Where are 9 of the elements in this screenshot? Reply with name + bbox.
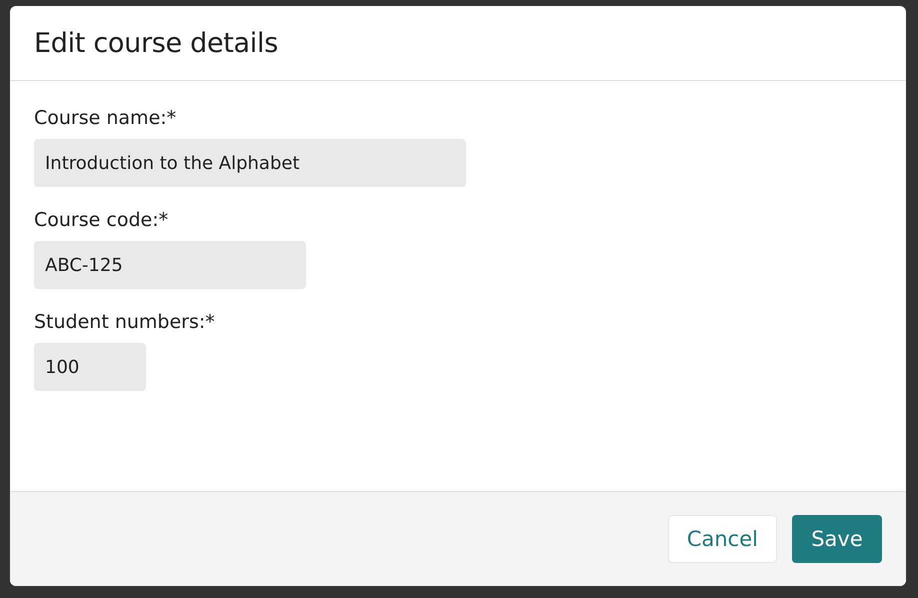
field-label: Student numbers:*: [34, 311, 215, 333]
save-button[interactable]: Save: [792, 515, 882, 563]
dialog-title: Edit course details: [34, 28, 278, 58]
field-label: Course name:*: [34, 107, 176, 129]
input-field[interactable]: Introduction to the Alphabet: [34, 139, 466, 187]
input-field[interactable]: ABC-125: [34, 241, 306, 289]
field-label: Course code:*: [34, 209, 168, 231]
cancel-button[interactable]: Cancel: [668, 515, 777, 563]
input-field[interactable]: 100: [34, 343, 146, 391]
